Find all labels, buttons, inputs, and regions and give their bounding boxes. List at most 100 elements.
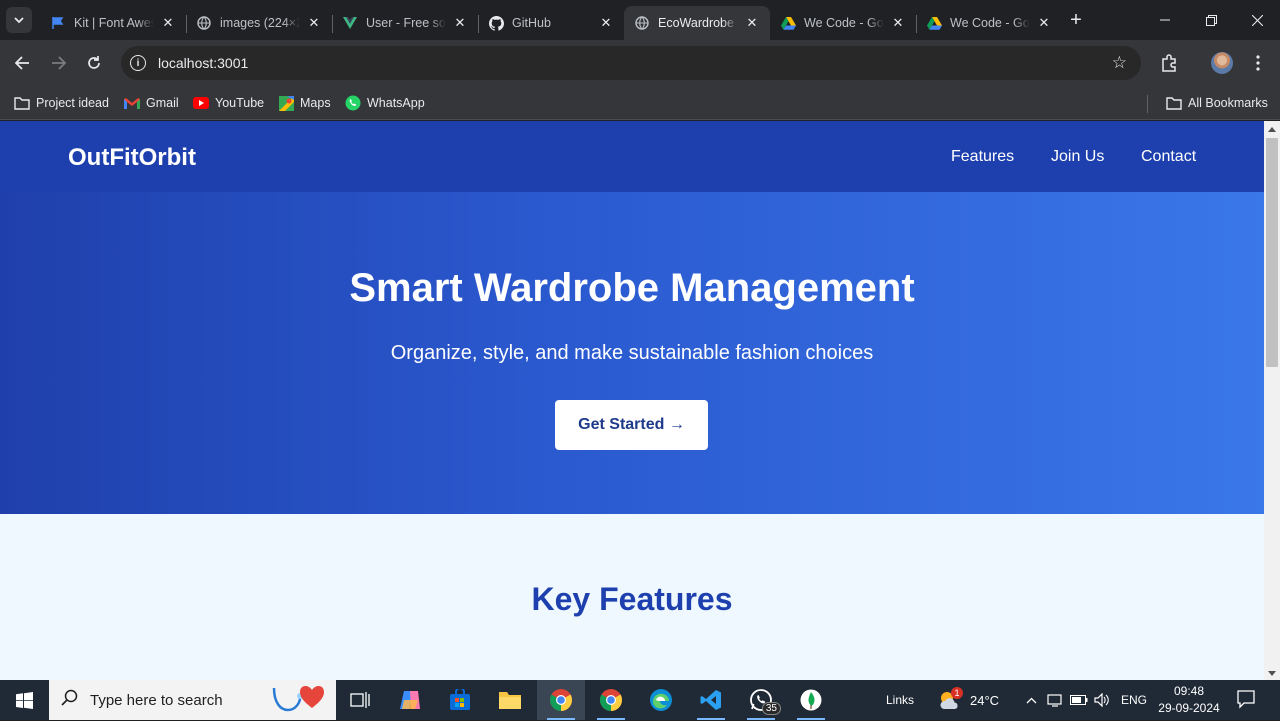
bookmark-project-idead[interactable]: Project idead [14, 92, 109, 114]
get-started-button[interactable]: Get Started → [555, 400, 708, 450]
close-icon[interactable]: ✕ [744, 15, 760, 31]
taskbar-search[interactable]: Type here to search [49, 680, 336, 720]
bookmark-label: Maps [300, 96, 331, 110]
tab-google-drive-2[interactable]: We Code - Google Drive ✕ [916, 6, 1062, 40]
search-highlight-icon [270, 684, 328, 721]
bookmark-whatsapp[interactable]: WhatsApp [345, 92, 425, 114]
back-button[interactable] [7, 48, 37, 78]
page-viewport: OutFitOrbit Features Join Us Contact Sma… [0, 121, 1264, 680]
tab-images[interactable]: images (224×224) ✕ [186, 6, 332, 40]
vue-icon [342, 15, 358, 31]
nav-link-contact[interactable]: Contact [1141, 148, 1196, 166]
close-icon[interactable]: ✕ [306, 15, 322, 31]
tab-user-icons[interactable]: User - Free someone icons ✕ [332, 6, 478, 40]
nav-link-join-us[interactable]: Join Us [1051, 148, 1104, 166]
weather-temperature[interactable]: 24°C [970, 680, 999, 720]
taskbar-clock[interactable]: 09:48 29-09-2024 [1150, 683, 1228, 717]
scrollbar-thumb[interactable] [1266, 138, 1278, 367]
bookmarks-bar: Project idead Gmail YouTube Maps WhatsAp… [0, 86, 1280, 120]
close-icon[interactable]: ✕ [160, 15, 176, 31]
profile-avatar[interactable] [1211, 52, 1233, 74]
tab-strip: Kit | Font Awesome ✕ images (224×224) ✕ … [0, 0, 1280, 40]
bookmark-maps[interactable]: Maps [278, 92, 331, 114]
close-icon[interactable]: ✕ [598, 15, 614, 31]
hero-section: Smart Wardrobe Management Organize, styl… [0, 192, 1264, 514]
scroll-down-arrow[interactable] [1268, 671, 1276, 676]
tab-google-drive[interactable]: We Code - Google Drive ✕ [770, 6, 916, 40]
mongodb-icon [800, 689, 822, 711]
address-bar[interactable]: i localhost:3001 ☆ [121, 46, 1141, 80]
restore-icon [1205, 14, 1217, 26]
nav-link-features[interactable]: Features [951, 148, 1014, 166]
globe-icon [196, 15, 212, 31]
volume-icon [1094, 693, 1109, 707]
all-bookmarks[interactable]: All Bookmarks [1166, 92, 1268, 114]
more-menu-icon[interactable] [1247, 52, 1269, 74]
tab-title: GitHub [512, 16, 551, 30]
links-toolbar-label[interactable]: Links [886, 680, 914, 720]
weather-alert-badge: 1 [951, 687, 963, 699]
task-view-button[interactable] [336, 680, 384, 720]
tab-github[interactable]: GitHub ✕ [478, 6, 624, 40]
show-hidden-icons-button[interactable] [1022, 680, 1040, 720]
mongodb-taskbar-button[interactable] [787, 680, 835, 720]
tab-font-awesome[interactable]: Kit | Font Awesome ✕ [40, 6, 186, 40]
close-icon[interactable]: ✕ [452, 15, 468, 31]
minimize-button[interactable] [1142, 0, 1188, 40]
whatsapp-icon [345, 95, 361, 111]
whatsapp-taskbar-button[interactable]: 35 [737, 680, 785, 720]
input-language[interactable]: ENG [1121, 680, 1147, 720]
bookmark-gmail[interactable]: Gmail [124, 92, 179, 114]
notification-icon [1237, 690, 1255, 709]
tab-title: images (224×224) [220, 16, 300, 30]
close-window-button[interactable] [1234, 0, 1280, 40]
tab-ecowardrobe[interactable]: EcoWardrobe ✕ [624, 6, 770, 40]
start-button[interactable] [0, 680, 48, 720]
bookmark-youtube[interactable]: YouTube [193, 92, 264, 114]
network-icon [1047, 694, 1062, 707]
search-icon [61, 689, 78, 711]
site-logo[interactable]: OutFitOrbit [68, 144, 196, 172]
file-explorer-button[interactable] [486, 680, 534, 720]
tab-title: We Code - Google Drive [804, 16, 884, 30]
tab-list: Kit | Font Awesome ✕ images (224×224) ✕ … [40, 6, 1062, 40]
hero-subtitle: Organize, style, and make sustainable fa… [390, 342, 874, 364]
windows-icon [15, 691, 33, 709]
site-info-icon[interactable]: i [130, 55, 146, 71]
close-icon[interactable]: ✕ [890, 15, 906, 31]
bookmark-star-icon[interactable]: ☆ [1112, 53, 1127, 73]
edge-taskbar-button[interactable] [637, 680, 685, 720]
vscode-taskbar-button[interactable] [687, 680, 735, 720]
task-view-icon [350, 692, 370, 708]
battery-button[interactable] [1069, 680, 1089, 720]
tab-title: EcoWardrobe [658, 16, 734, 30]
features-heading: Key Features [531, 581, 733, 617]
windows-taskbar: Type here to search 35 Links 1 24°C ENG … [0, 680, 1280, 720]
forward-button[interactable] [43, 48, 73, 78]
copilot-button[interactable] [386, 680, 434, 720]
network-button[interactable] [1046, 680, 1064, 720]
chrome-profile-taskbar-button[interactable] [587, 680, 635, 720]
url-text: localhost:3001 [158, 55, 249, 71]
weather-button[interactable]: 1 [932, 680, 968, 720]
microsoft-store-button[interactable] [436, 680, 484, 720]
new-tab-button[interactable]: + [1066, 10, 1086, 31]
tab-search-button[interactable] [6, 7, 32, 33]
store-icon [450, 689, 470, 710]
extensions-icon[interactable] [1158, 52, 1180, 74]
volume-button[interactable] [1093, 680, 1111, 720]
chrome-taskbar-button[interactable] [537, 680, 585, 720]
bookmark-label: Project idead [36, 96, 109, 110]
search-placeholder: Type here to search [90, 691, 223, 709]
tab-title: We Code - Google Drive [950, 16, 1030, 30]
page-scrollbar[interactable] [1264, 121, 1280, 680]
notification-center-button[interactable] [1236, 689, 1258, 711]
close-icon[interactable]: ✕ [1036, 15, 1052, 31]
scroll-up-arrow[interactable] [1268, 127, 1276, 132]
chevron-up-icon [1026, 697, 1036, 703]
restore-button[interactable] [1188, 0, 1234, 40]
clock-date: 29-09-2024 [1158, 701, 1220, 715]
clock-time: 09:48 [1173, 684, 1205, 698]
reload-button[interactable] [79, 48, 109, 78]
chevron-down-icon [14, 16, 24, 23]
